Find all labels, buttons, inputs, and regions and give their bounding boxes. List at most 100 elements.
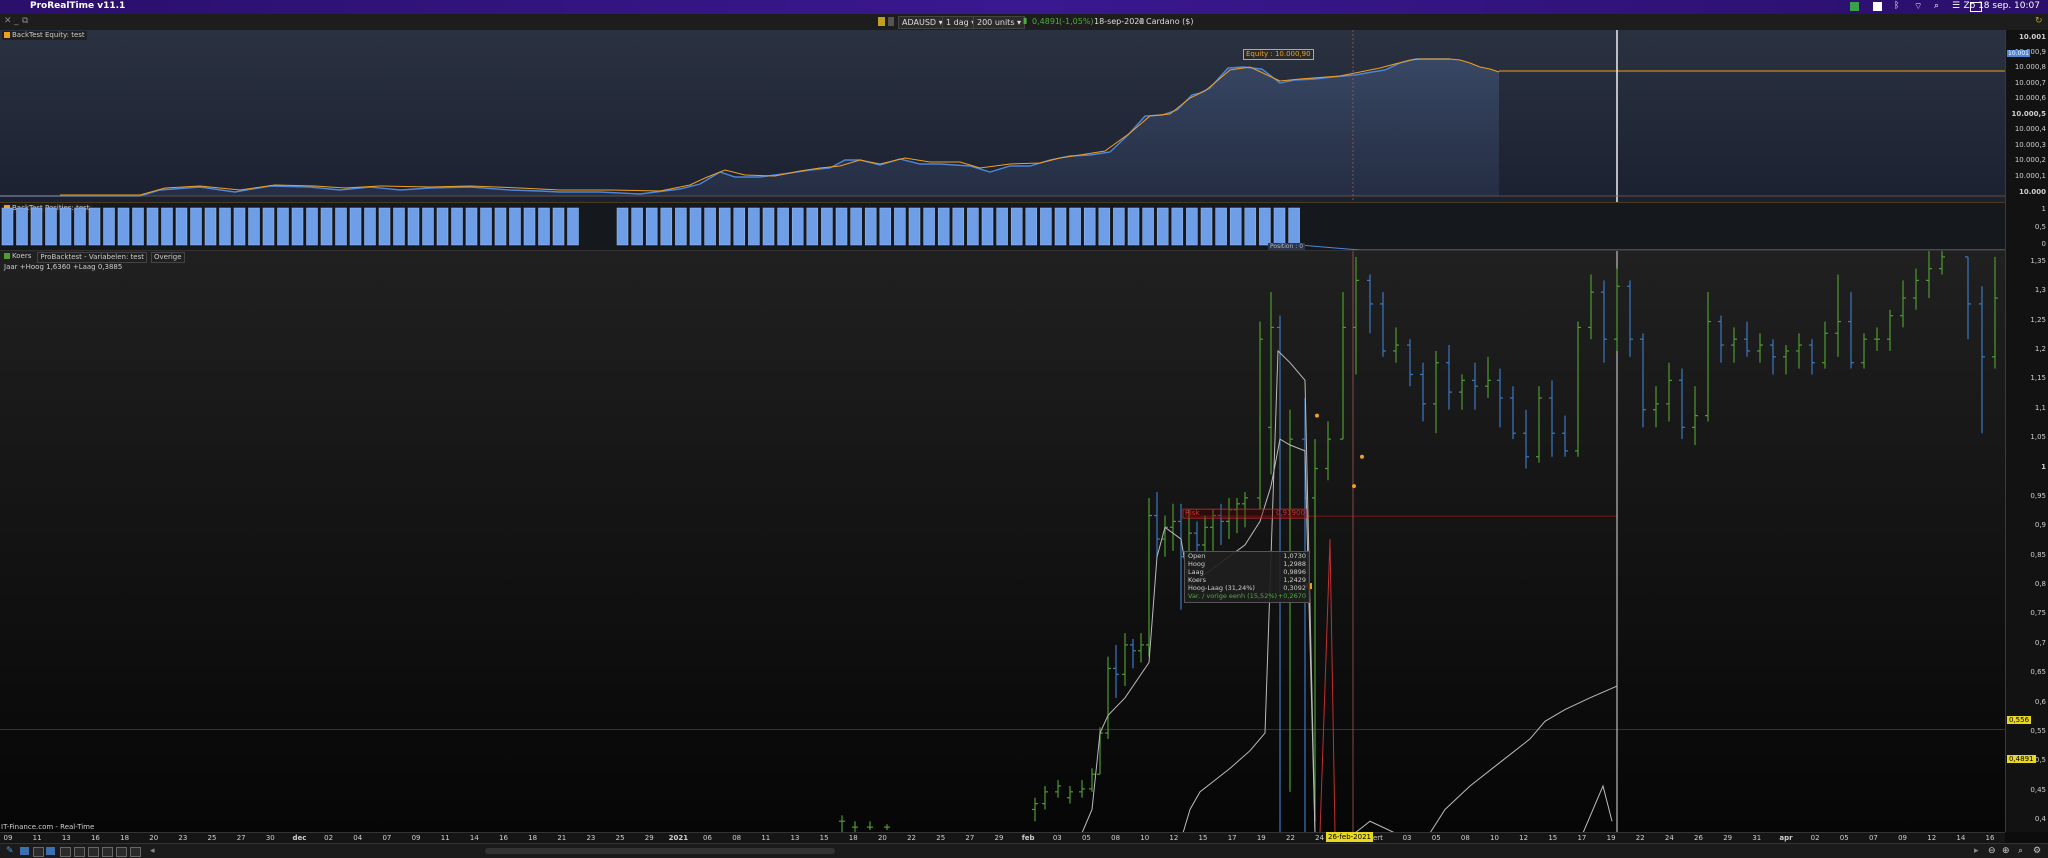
- position-block: [1186, 207, 1198, 246]
- x-tick: 15: [1198, 834, 1208, 842]
- ohlc-bar: [1105, 656, 1111, 739]
- ohlc-bar: [1433, 350, 1439, 434]
- scroll-right-icon[interactable]: ▸: [1974, 846, 1979, 856]
- ohlc-bar: [1138, 633, 1144, 663]
- position-block: [509, 207, 521, 246]
- tooltip-row: Var. / vorige eenh (15,52%) +0,2670: [1188, 592, 1306, 600]
- settings-icon[interactable]: ⚙: [2033, 846, 2041, 856]
- position-block: [704, 207, 716, 246]
- x-tick: 24: [1315, 834, 1325, 842]
- position-block: [1127, 207, 1140, 246]
- risk-value: 0,91900: [1276, 509, 1305, 517]
- scroll-left-icon[interactable]: ◂: [150, 846, 155, 856]
- position-block: [262, 207, 275, 246]
- refresh-icon[interactable]: ↻: [2035, 16, 2043, 26]
- cursor-tool-icon[interactable]: [20, 847, 29, 855]
- symbol-select[interactable]: ADAUSD ▾: [898, 16, 947, 29]
- position-block: [16, 207, 28, 246]
- position-block: [59, 207, 72, 246]
- zoom-out-icon[interactable]: ⊖: [1988, 846, 1996, 856]
- ohlc-bar: [1268, 292, 1274, 475]
- position-block: [407, 207, 420, 246]
- x-tick: 25: [936, 834, 946, 842]
- position-block: [451, 207, 463, 246]
- x-tick: 15: [819, 834, 829, 842]
- detach-icon[interactable]: ⧉: [22, 16, 28, 26]
- a-icon[interactable]: [1873, 2, 1882, 11]
- y-tick: 0,75: [2030, 609, 2046, 618]
- control-center-icon[interactable]: ☰: [1952, 1, 1960, 11]
- position-block: [30, 207, 43, 246]
- status-icon[interactable]: [1850, 2, 1859, 11]
- screener-icon[interactable]: [116, 847, 127, 857]
- x-tick: 29: [1723, 834, 1733, 842]
- app-title[interactable]: ProRealTime v11.1: [30, 1, 125, 11]
- position-block: [74, 207, 86, 246]
- y-tick: 1,3: [2034, 286, 2046, 295]
- color-icon[interactable]: [888, 17, 894, 26]
- zoom-in-icon[interactable]: ⊕: [2002, 846, 2010, 856]
- search-icon[interactable]: ⌕: [1934, 1, 1939, 11]
- position-tag: Position : 0: [1268, 243, 1306, 250]
- horizontal-scrollbar[interactable]: [485, 848, 835, 854]
- x-tick: 18: [528, 834, 538, 842]
- clock[interactable]: Zo 18 sep. 10:07: [1964, 1, 2040, 11]
- position-block: [1273, 207, 1286, 246]
- tooltip-row: Hoog-Laag (31,24%) 0,3092: [1188, 584, 1306, 592]
- quote-date: 18-sep-2022: [1094, 17, 1145, 26]
- y-tick: 0,95: [2030, 491, 2046, 500]
- instrument-dot-icon: [1139, 19, 1144, 24]
- ohlc-bar: [1340, 292, 1346, 440]
- ohlc-bar: [1367, 274, 1373, 334]
- units-select[interactable]: 200 units ▾: [973, 16, 1026, 29]
- x-tick: 13: [790, 834, 800, 842]
- backtest-icon[interactable]: [102, 847, 113, 857]
- price-change: (-1,05%): [1059, 17, 1094, 26]
- ohlc-bar: [1601, 280, 1607, 363]
- line-tool-icon[interactable]: [60, 847, 71, 857]
- ohlc-bar: [1353, 256, 1359, 375]
- zoom-reset-icon[interactable]: ⌕: [2018, 846, 2023, 856]
- position-block: [349, 207, 362, 246]
- x-tick: 25: [207, 834, 217, 842]
- y-tick: 10.000,1: [2014, 172, 2046, 180]
- position-block: [1156, 207, 1169, 246]
- positions-y-axis[interactable]: 1 0,5 0: [2005, 202, 2048, 250]
- x-tick: 22: [1635, 834, 1645, 842]
- x-tick: 25: [615, 834, 625, 842]
- x-tick: 20: [877, 834, 887, 842]
- close-icon[interactable]: ✕: [4, 16, 12, 26]
- ohlc-bar: [1979, 286, 1985, 434]
- position-block: [967, 207, 979, 246]
- price-y-axis[interactable]: 0,556 0,4891 1,35 1,3 1,25 1,2 1,15 1,1 1,05 1 0…: [2005, 250, 2048, 832]
- x-tick: dec: [292, 834, 307, 842]
- minimize-icon[interactable]: _: [14, 16, 19, 26]
- equity-panel: BackTest Equity: test Equity : 10.000,90: [0, 30, 2005, 202]
- indicator-icon[interactable]: [88, 847, 99, 857]
- y-tick: 10.000,8: [2014, 63, 2046, 71]
- ohlc-bar: [1913, 268, 1919, 310]
- text-tool-icon[interactable]: [74, 847, 85, 857]
- bluetooth-icon[interactable]: ᛒ: [1894, 1, 1899, 11]
- last-price-tag: 0,4891: [2007, 755, 2036, 763]
- drawing-icon[interactable]: [46, 847, 55, 855]
- x-tick: 12: [1519, 834, 1529, 842]
- position-block: [777, 207, 789, 246]
- equity-y-axis[interactable]: 10.001 10.000,9 10.000,8 10.000,7 10.000…: [2005, 30, 2048, 202]
- position-block: [306, 207, 318, 246]
- alert-icon[interactable]: [130, 847, 141, 857]
- wifi-icon[interactable]: ⌔: [1914, 1, 1922, 12]
- ohlc-bar: [1614, 268, 1620, 351]
- x-tick: 11: [761, 834, 771, 842]
- ohlc-bar: [1032, 797, 1038, 822]
- y-tick: 1,2: [2034, 344, 2046, 353]
- chart-type-icon[interactable]: [878, 17, 885, 26]
- position-block: [733, 207, 746, 246]
- ohlc-bar: [1510, 386, 1516, 440]
- position-block: [248, 207, 260, 246]
- x-tick: 10: [1140, 834, 1150, 842]
- ohlc-bar: [1744, 321, 1750, 357]
- crosshair-icon[interactable]: [33, 847, 44, 857]
- bottom-toolbar: ✎ ◂ ▸ ⊖ ⊕ ⌕ ⚙: [0, 843, 2048, 858]
- pencil-icon[interactable]: ✎: [6, 846, 14, 856]
